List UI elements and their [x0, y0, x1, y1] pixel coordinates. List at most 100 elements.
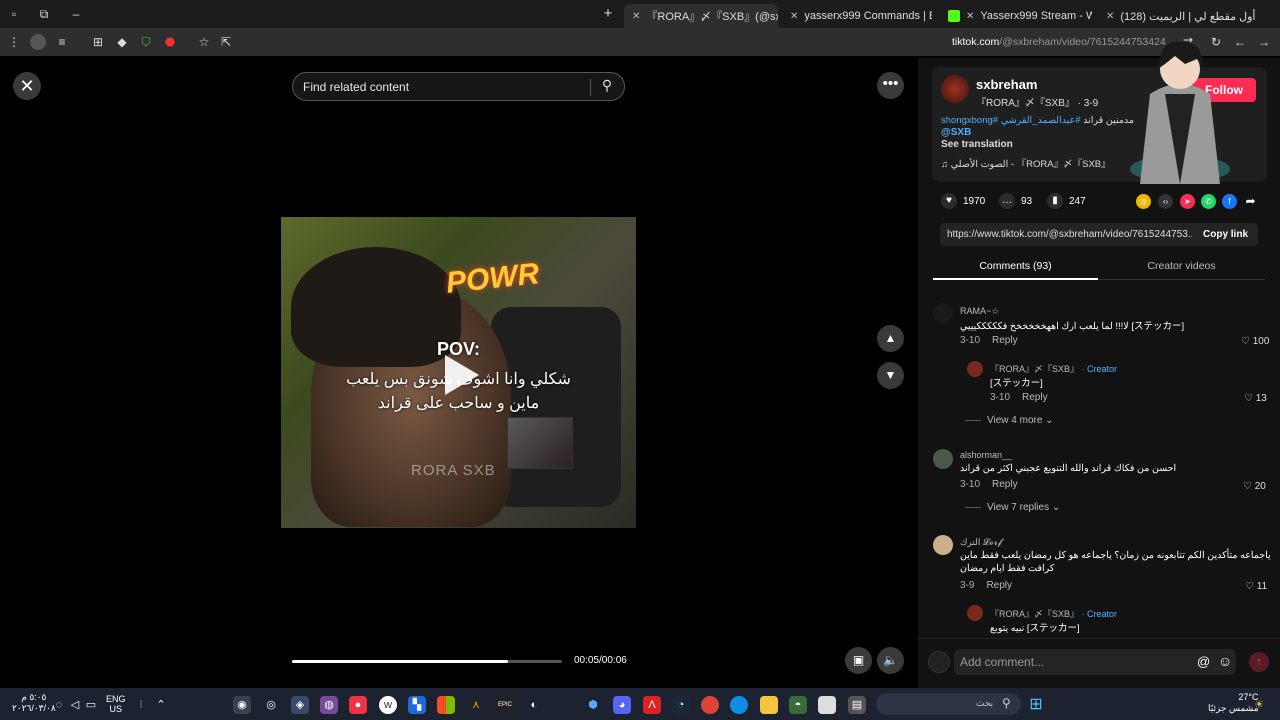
app-icon[interactable]: ●: [349, 696, 367, 714]
reply-button[interactable]: Reply: [992, 335, 1018, 346]
tab-kick[interactable]: ✕ Yasserx999 Stream - Watch Live: [940, 4, 1092, 28]
mention-link[interactable]: @SXB: [941, 127, 971, 138]
close-tab-icon[interactable]: ✕: [966, 11, 974, 22]
volume-icon[interactable]: 🔈: [877, 647, 904, 674]
video-progress-bar[interactable]: [292, 660, 562, 663]
comment-like[interactable]: ♡ 13: [1244, 393, 1267, 404]
file-explorer-icon[interactable]: [760, 696, 778, 714]
forward-icon[interactable]: →: [1256, 34, 1272, 50]
app-icon[interactable]: ◐: [525, 696, 543, 714]
chevron-up-icon[interactable]: ⌃: [152, 696, 170, 714]
app-icon[interactable]: ◈: [291, 696, 309, 714]
comment-like[interactable]: ♡ 11: [1245, 581, 1267, 592]
more-options-icon[interactable]: •••: [877, 72, 904, 99]
tab-comments[interactable]: Comments (93): [933, 260, 1098, 280]
bookmark-star-icon[interactable]: ☆: [196, 34, 212, 50]
office-icon[interactable]: [437, 696, 455, 714]
search-icon[interactable]: ⚲: [597, 77, 617, 97]
video-player[interactable]: POWR POV: شكلي وانا اشوف شونق بس يلعب ما…: [281, 217, 636, 528]
minimize-icon[interactable]: –: [68, 6, 84, 22]
comment-author[interactable]: RAMA~☆: [960, 306, 999, 317]
facebook-icon[interactable]: f: [1222, 194, 1237, 209]
epic-games-icon[interactable]: EPIC: [496, 696, 514, 714]
app-icon[interactable]: ⋏: [467, 696, 485, 714]
app-icon[interactable]: Λ: [643, 696, 661, 714]
hashtag-link[interactable]: #shongxbong: [941, 115, 998, 126]
workspaces-icon[interactable]: ▫: [6, 6, 22, 22]
music-link[interactable]: ♫ الصوت الأصلي - 『RORA』〆『SXB』: [941, 156, 1111, 170]
new-tab-icon[interactable]: +: [600, 6, 616, 22]
previous-video-icon[interactable]: ▲: [877, 325, 904, 352]
steam-icon[interactable]: ◔: [672, 696, 690, 714]
taskbar-search[interactable]: بحث ⚲: [876, 693, 1021, 715]
task-view-icon[interactable]: ▤: [848, 696, 866, 714]
app-icon[interactable]: ▚: [408, 696, 426, 714]
close-tab-icon[interactable]: ✕: [1106, 11, 1114, 22]
emoji-icon[interactable]: ☺: [1218, 653, 1232, 669]
mention-icon[interactable]: @: [1197, 654, 1210, 669]
reply-button[interactable]: Reply: [992, 479, 1018, 490]
comment-like[interactable]: ♡ 20: [1243, 481, 1266, 492]
repost-icon[interactable]: ◎: [1136, 194, 1151, 209]
reply-button[interactable]: Reply: [986, 580, 1012, 591]
app-icon[interactable]: w: [379, 696, 397, 714]
share-icon[interactable]: ➦: [1243, 194, 1258, 209]
save-button[interactable]: ▮ 247: [1047, 193, 1086, 209]
extensions-icon[interactable]: ⊞: [90, 34, 106, 50]
avatar[interactable]: [941, 75, 969, 103]
share-page-icon[interactable]: ⇱: [218, 34, 234, 50]
edge-icon[interactable]: [730, 696, 748, 714]
menu-icon[interactable]: ⋮: [6, 34, 22, 50]
reply-button[interactable]: Reply: [1022, 392, 1048, 403]
search-input[interactable]: Find related content ⚲: [292, 72, 625, 101]
avatar[interactable]: [933, 303, 953, 323]
view-more-replies[interactable]: View 7 replies ⌄: [965, 502, 1060, 513]
whatsapp-icon[interactable]: ✆: [1201, 194, 1216, 209]
discord-icon[interactable]: ◕: [613, 696, 631, 714]
next-video-icon[interactable]: ▼: [877, 362, 904, 389]
tab-tiktok[interactable]: ✕ 『RORA』〆『SXB』(@sxbreham): [624, 4, 778, 28]
tab-actions-icon[interactable]: ⧉: [36, 6, 52, 22]
chrome-icon[interactable]: [701, 696, 719, 714]
close-icon[interactable]: ✕: [13, 72, 41, 100]
app-icon[interactable]: ◉: [233, 696, 251, 714]
embed-icon[interactable]: ‹›: [1158, 194, 1173, 209]
like-button[interactable]: ♥ 1970: [941, 193, 985, 209]
shield-icon[interactable]: ⛉: [138, 34, 154, 50]
comment-author[interactable]: 『RORA』〆『SXB』 · Creator: [990, 362, 1117, 375]
ublock-icon[interactable]: ⬣: [162, 34, 178, 50]
browser-icon[interactable]: ◓: [789, 696, 807, 714]
comment-author[interactable]: 『RORA』〆『SXB』 · Creator: [990, 607, 1117, 620]
app-icon[interactable]: ◎: [262, 696, 280, 714]
store-icon[interactable]: [818, 696, 836, 714]
post-comment-icon[interactable]: ↑: [1249, 652, 1269, 672]
send-icon[interactable]: ➤: [1180, 194, 1195, 209]
media-icon[interactable]: ≡: [54, 34, 70, 50]
tab-youtube[interactable]: ✕ (128) أول مقطع لي | الريميت: [1098, 4, 1258, 28]
profile-icon[interactable]: [30, 34, 46, 50]
comment-author[interactable]: الترك 𝓛𝓸𝓻𝓯: [960, 537, 1002, 548]
mic-icon[interactable]: ǀ: [132, 696, 150, 714]
avatar[interactable]: [933, 535, 953, 555]
tab-botrix[interactable]: ✕ yasserx999 Commands | BotRix: [782, 4, 932, 28]
avatar[interactable]: [933, 449, 953, 469]
share-link-text[interactable]: https://www.tiktok.com/@sxbreham/video/7…: [947, 229, 1192, 240]
close-tab-icon[interactable]: ✕: [632, 11, 640, 22]
comment-like[interactable]: ♡ 100: [1241, 336, 1269, 347]
avatar[interactable]: [967, 361, 983, 377]
extension-icon[interactable]: ◆: [114, 34, 130, 50]
app-icon[interactable]: ◍: [320, 696, 338, 714]
play-icon[interactable]: [445, 355, 479, 395]
tab-creator-videos[interactable]: Creator videos: [1113, 260, 1250, 272]
see-translation-link[interactable]: See translation: [941, 139, 1013, 150]
author-name[interactable]: sxbreham: [976, 77, 1037, 92]
comment-author[interactable]: alshorman__: [960, 450, 1012, 460]
copy-link-button[interactable]: Copy link: [1203, 229, 1248, 240]
start-icon[interactable]: ⊞: [1027, 696, 1045, 714]
miniplayer-icon[interactable]: ▣: [845, 647, 872, 674]
hashtag-link[interactable]: #عبدالصمد_القرشي: [1001, 115, 1081, 126]
comment-button[interactable]: … 93: [999, 193, 1032, 209]
network-icon[interactable]: ▭: [82, 696, 100, 714]
avatar[interactable]: [967, 605, 983, 621]
language-indicator[interactable]: ENG US: [106, 694, 126, 714]
